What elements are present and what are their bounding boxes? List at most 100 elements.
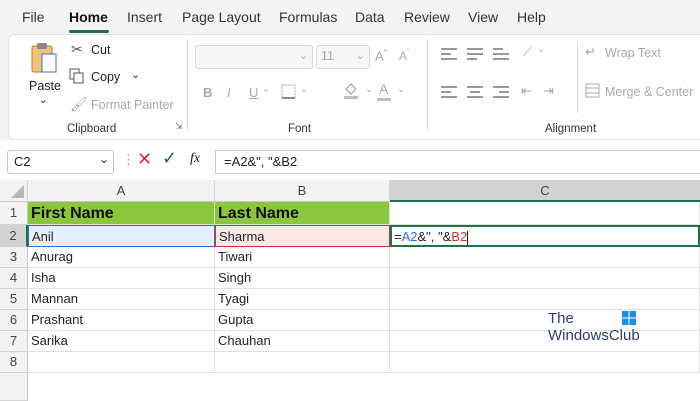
menu-help[interactable]: Help bbox=[517, 9, 546, 25]
insert-function-button[interactable]: fx bbox=[190, 151, 200, 167]
formula-concat: &", "& bbox=[417, 229, 452, 244]
cell-b7[interactable]: Chauhan bbox=[215, 331, 390, 352]
merge-center-button[interactable]: Merge & Center bbox=[605, 85, 693, 99]
chevron-down-icon[interactable]: ⌄ bbox=[300, 84, 308, 95]
wrap-text-button[interactable]: Wrap Text bbox=[605, 46, 661, 60]
menu-formulas[interactable]: Formulas bbox=[279, 9, 337, 25]
menu-insert[interactable]: Insert bbox=[127, 9, 162, 25]
align-left-icon[interactable] bbox=[441, 86, 457, 98]
active-tab-indicator bbox=[69, 30, 109, 33]
clipboard-group-label: Clipboard bbox=[67, 123, 117, 135]
cell-c6[interactable] bbox=[390, 310, 700, 331]
font-size-select[interactable]: 11 ⌄ bbox=[316, 45, 370, 69]
decrease-font-icon[interactable]: Aˇ bbox=[399, 48, 410, 63]
header-cell-first-name[interactable]: First Name bbox=[28, 202, 215, 225]
font-color-icon[interactable]: A bbox=[379, 81, 388, 97]
name-box-value: C2 bbox=[14, 154, 31, 169]
cell-a8[interactable] bbox=[28, 352, 215, 373]
row-header[interactable]: 7 bbox=[0, 331, 28, 352]
cell-c7[interactable] bbox=[390, 331, 700, 352]
merge-center-icon bbox=[585, 83, 600, 98]
cell-c1[interactable] bbox=[390, 202, 700, 225]
increase-indent-icon[interactable]: ⇥ bbox=[543, 83, 554, 99]
chevron-down-icon[interactable]: ⌄ bbox=[365, 84, 373, 95]
cell-a7[interactable]: Sarika bbox=[28, 331, 215, 352]
group-divider bbox=[577, 43, 578, 113]
cell-b4[interactable]: Singh bbox=[215, 268, 390, 289]
copy-button[interactable]: Copy bbox=[91, 70, 120, 84]
formula-equals: = bbox=[394, 229, 402, 244]
menu-bar: File Home Insert Page Layout Formulas Da… bbox=[0, 0, 700, 34]
drag-handle-icon[interactable]: ⋮ bbox=[122, 152, 135, 168]
cell-c2-editing[interactable]: =A2&", "&B2 bbox=[390, 225, 700, 247]
fill-color-icon[interactable] bbox=[342, 81, 360, 100]
cell-c4[interactable] bbox=[390, 268, 700, 289]
align-middle-icon[interactable] bbox=[467, 48, 483, 60]
menu-data[interactable]: Data bbox=[355, 9, 385, 25]
column-header-a[interactable]: A bbox=[28, 180, 215, 202]
row-header[interactable] bbox=[0, 373, 28, 401]
row-header[interactable]: 5 bbox=[0, 289, 28, 310]
cell-b5[interactable]: Tyagi bbox=[215, 289, 390, 310]
group-divider bbox=[427, 39, 428, 131]
decrease-indent-icon[interactable]: ⇤ bbox=[521, 83, 532, 99]
align-center-icon[interactable] bbox=[467, 86, 483, 98]
align-right-icon[interactable] bbox=[493, 86, 509, 98]
column-header-b[interactable]: B bbox=[215, 180, 390, 202]
orientation-icon[interactable]: ⟋ bbox=[523, 44, 532, 60]
cell-c3[interactable] bbox=[390, 247, 700, 268]
row-header[interactable]: 6 bbox=[0, 310, 28, 331]
menu-view[interactable]: View bbox=[468, 9, 498, 25]
cell-b2[interactable]: Sharma bbox=[215, 225, 390, 247]
chevron-down-icon[interactable]: ⌄ bbox=[262, 84, 270, 95]
row-header[interactable]: 3 bbox=[0, 247, 28, 268]
cell-a4[interactable]: Isha bbox=[28, 268, 215, 289]
chevron-down-icon[interactable]: ⌄ bbox=[131, 68, 140, 81]
align-top-icon[interactable] bbox=[441, 48, 457, 60]
menu-file[interactable]: File bbox=[22, 9, 45, 25]
scissors-icon: ✂ bbox=[71, 41, 83, 57]
row-header[interactable]: 8 bbox=[0, 352, 28, 373]
dialog-launcher-icon[interactable]: ⇲ bbox=[175, 121, 183, 132]
menu-home[interactable]: Home bbox=[69, 9, 108, 25]
cell-a3[interactable]: Anurag bbox=[28, 247, 215, 268]
cell-a6[interactable]: Prashant bbox=[28, 310, 215, 331]
cut-button[interactable]: Cut bbox=[91, 43, 110, 57]
cell-b3[interactable]: Tiwari bbox=[215, 247, 390, 268]
cancel-icon[interactable]: ✕ bbox=[137, 149, 152, 170]
underline-button[interactable]: U bbox=[249, 85, 258, 100]
format-painter-button[interactable]: Format Painter bbox=[91, 98, 174, 112]
formula-input[interactable]: =A2&", "&B2 bbox=[215, 150, 700, 174]
name-box[interactable]: C2 ⌄ bbox=[7, 150, 114, 174]
menu-page-layout[interactable]: Page Layout bbox=[182, 9, 261, 25]
chevron-down-icon[interactable]: ⌄ bbox=[537, 44, 545, 55]
header-cell-last-name[interactable]: Last Name bbox=[215, 202, 390, 225]
chevron-down-icon: ⌄ bbox=[39, 95, 48, 106]
font-size-value: 11 bbox=[321, 49, 334, 63]
copy-icon bbox=[69, 68, 84, 84]
bold-button[interactable]: B bbox=[203, 85, 212, 100]
chevron-down-icon: ⌄ bbox=[98, 152, 109, 166]
cell-b8[interactable] bbox=[215, 352, 390, 373]
cell-c5[interactable] bbox=[390, 289, 700, 310]
cell-a5[interactable]: Mannan bbox=[28, 289, 215, 310]
row-header[interactable]: 1 bbox=[0, 202, 28, 225]
chevron-down-icon: ⌄ bbox=[355, 50, 365, 62]
paste-button[interactable]: Paste ⌄ bbox=[19, 39, 67, 111]
enter-check-icon[interactable]: ✓ bbox=[162, 148, 177, 169]
select-all-corner[interactable] bbox=[0, 180, 28, 202]
borders-icon[interactable] bbox=[281, 84, 296, 99]
cell-c8[interactable] bbox=[390, 352, 700, 373]
cell-b6[interactable]: Gupta bbox=[215, 310, 390, 331]
chevron-down-icon[interactable]: ⌄ bbox=[397, 84, 405, 95]
italic-button[interactable]: I bbox=[227, 85, 231, 100]
row-header[interactable]: 4 bbox=[0, 268, 28, 289]
align-bottom-icon[interactable] bbox=[493, 48, 509, 60]
font-name-select[interactable]: ⌄ bbox=[195, 45, 313, 69]
increase-font-icon[interactable]: A^ bbox=[375, 48, 387, 63]
row-header[interactable]: 2 bbox=[0, 225, 28, 247]
cell-a2[interactable]: Anil bbox=[28, 225, 215, 247]
formula-ref-a2: A2 bbox=[401, 229, 418, 244]
menu-review[interactable]: Review bbox=[404, 9, 450, 25]
column-header-c[interactable]: C bbox=[390, 180, 700, 202]
